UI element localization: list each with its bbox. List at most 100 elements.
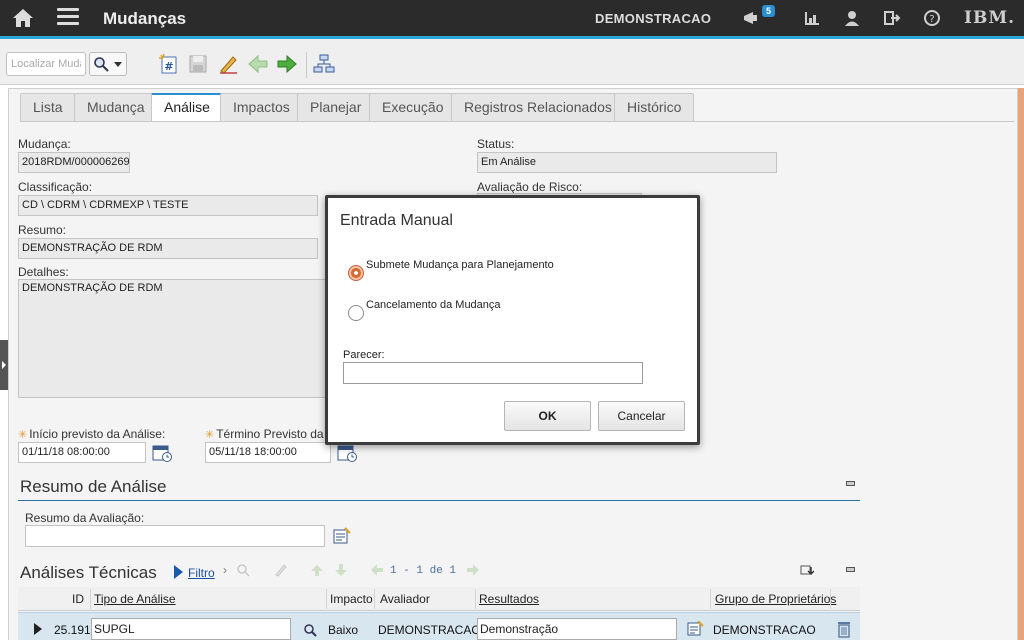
submit-for-planning-radio[interactable] <box>348 265 364 281</box>
chevron-down-icon[interactable] <box>114 62 122 67</box>
evaluation-summary-input[interactable] <box>25 525 325 547</box>
column-separator <box>475 589 476 609</box>
help-icon[interactable]: ? <box>923 9 941 27</box>
row-expand-icon[interactable] <box>34 623 42 635</box>
cancel-change-label[interactable]: Cancelamento da Mudança <box>366 299 501 311</box>
clear-filter-icon[interactable] <box>274 563 288 577</box>
user-name: DEMONSTRACAO <box>595 11 712 26</box>
row-owner-group: DEMONSTRACAO <box>713 623 816 637</box>
column-separator <box>830 589 831 609</box>
chevron-right-icon: › <box>223 563 227 577</box>
section-divider <box>18 500 860 501</box>
column-separator <box>374 589 375 609</box>
last-page-icon[interactable] <box>334 563 348 577</box>
previous-record-icon[interactable] <box>247 53 269 75</box>
classification-field[interactable]: CD \ CDRM \ CDRMEXP \ TESTE <box>18 195 318 216</box>
find-change-input[interactable] <box>6 52 86 76</box>
end-date-input[interactable]: 05/11/18 18:00:00 <box>205 442 331 463</box>
tab-impactos[interactable]: Impactos <box>220 93 303 121</box>
column-header-owner-group[interactable]: Grupo de Proprietários <box>715 592 836 606</box>
column-header-id[interactable]: ID <box>72 592 84 606</box>
long-description-icon[interactable] <box>686 621 704 637</box>
first-page-icon[interactable] <box>310 563 324 577</box>
download-icon[interactable] <box>800 563 814 577</box>
cancel-button[interactable]: Cancelar <box>598 401 685 431</box>
change-id-field[interactable]: 2018RDM/000006269 <box>18 152 130 173</box>
right-edge-strip <box>1018 88 1024 640</box>
home-icon[interactable] <box>12 8 34 28</box>
column-separator <box>326 589 327 609</box>
filter-link[interactable]: Filtro <box>188 566 215 580</box>
toolbar-separator <box>306 52 307 78</box>
tab-analise[interactable]: Análise <box>151 93 223 122</box>
search-icon[interactable] <box>236 563 250 577</box>
ok-button[interactable]: OK <box>504 401 591 431</box>
table-header: ID Tipo de Análise Impacto Avaliador Res… <box>18 587 860 611</box>
tab-mudanca[interactable]: Mudança <box>74 93 158 121</box>
details-field[interactable]: DEMONSTRAÇÃO DE RDM <box>18 279 328 398</box>
column-header-impact[interactable]: Impacto <box>330 592 373 606</box>
tab-historico[interactable]: Histórico <box>614 93 695 121</box>
svg-text:#: # <box>164 60 173 73</box>
reports-chart-icon[interactable] <box>803 9 821 27</box>
svg-text:?: ? <box>929 14 934 25</box>
classification-label: Classificação: <box>18 180 93 194</box>
notification-badge: 5 <box>762 5 776 17</box>
filter-expand-icon[interactable] <box>174 565 183 579</box>
table-row[interactable]: 25.191 SUPGL Baixo DEMONSTRACAO Demonstr… <box>18 612 860 640</box>
start-date-label: ✳ Início previsto da Análise: <box>18 427 165 441</box>
delete-trash-icon[interactable] <box>836 620 852 638</box>
technical-analyses-title: Análises Técnicas <box>20 563 157 582</box>
change-label: Mudança: <box>18 137 71 151</box>
analysis-type-input[interactable]: SUPGL <box>91 618 291 640</box>
opinion-input[interactable] <box>343 362 643 384</box>
manual-input-dialog: Entrada Manual Submete Mudança para Plan… <box>325 195 700 445</box>
row-impact: Baixo <box>328 623 359 637</box>
workflow-icon[interactable] <box>313 53 335 75</box>
row-evaluator: DEMONSTRACAO <box>378 623 481 637</box>
column-header-analysis-type[interactable]: Tipo de Análise <box>94 592 176 606</box>
ibm-logo: IBM. <box>964 8 1016 28</box>
pagination-text: 1 - 1 de 1 <box>390 565 457 577</box>
details-label: Detalhes: <box>18 265 69 279</box>
top-bar: Mudanças DEMONSTRACAO 5 ? IBM. <box>0 0 1024 39</box>
next-page-icon[interactable] <box>466 563 480 577</box>
edit-clear-icon[interactable] <box>217 53 239 75</box>
cancel-change-radio[interactable] <box>348 305 364 321</box>
save-icon[interactable] <box>187 53 209 75</box>
hamburger-menu-icon[interactable] <box>57 8 79 26</box>
column-separator <box>90 589 91 609</box>
bulletin-megaphone-icon[interactable] <box>742 9 760 27</box>
search-button[interactable] <box>89 52 127 76</box>
next-record-icon[interactable] <box>276 53 298 75</box>
app-title: Mudanças <box>103 9 187 28</box>
tab-execucao[interactable]: Execução <box>369 93 457 121</box>
tab-registros-relacionados[interactable]: Registros Relacionados <box>451 93 625 121</box>
magnifier-icon[interactable] <box>303 623 317 637</box>
risk-assessment-label: Avaliação de Risco: <box>477 180 583 194</box>
collapse-section-icon[interactable] <box>846 481 855 486</box>
status-field[interactable]: Em Análise <box>477 152 777 173</box>
side-panel-toggle[interactable] <box>0 340 8 390</box>
start-date-input[interactable]: 01/11/18 08:00:00 <box>18 442 146 463</box>
tab-lista[interactable]: Lista <box>20 93 76 121</box>
summary-field[interactable]: DEMONSTRAÇÃO DE RDM <box>18 238 318 259</box>
user-profile-icon[interactable] <box>843 9 861 27</box>
evaluation-summary-label: Resumo da Avaliação: <box>25 511 145 525</box>
sign-out-icon[interactable] <box>883 9 901 27</box>
toolbar: # <box>0 39 1024 85</box>
required-marker-icon: ✳ <box>18 429 28 441</box>
calendar-icon[interactable] <box>152 444 172 462</box>
column-header-results[interactable]: Resultados <box>479 592 539 606</box>
end-date-label-text: Término Previsto da A <box>216 427 335 441</box>
previous-page-icon[interactable] <box>370 563 384 577</box>
results-input[interactable]: Demonstração <box>477 618 677 640</box>
column-header-evaluator[interactable]: Avaliador <box>380 592 430 606</box>
tab-planejar[interactable]: Planejar <box>297 93 375 121</box>
long-description-icon[interactable] <box>332 527 352 545</box>
submit-for-planning-label[interactable]: Submete Mudança para Planejamento <box>366 259 554 271</box>
new-record-icon[interactable]: # <box>157 53 179 75</box>
magnifier-icon <box>94 57 109 72</box>
calendar-icon[interactable] <box>337 444 357 462</box>
collapse-section-icon[interactable] <box>846 567 855 572</box>
